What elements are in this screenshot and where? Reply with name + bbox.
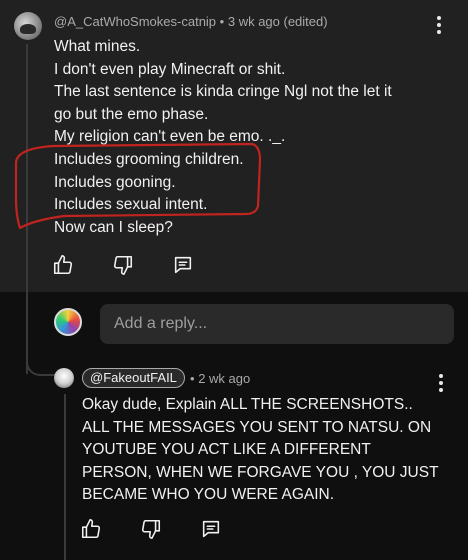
- more-vertical-icon[interactable]: [434, 372, 448, 394]
- thread-connector: [26, 340, 56, 376]
- reply-avatar[interactable]: [54, 368, 74, 388]
- reply-meta: • 2 wk ago: [190, 371, 250, 386]
- reply-line: ALL THE MESSAGES YOU SENT TO NATSU. ON: [82, 418, 432, 436]
- comment-line: Now can I sleep?: [54, 218, 173, 236]
- reply-actions: [78, 516, 258, 542]
- comment-meta: @A_CatWhoSmokes-catnip • 3 wk ago (edite…: [54, 14, 328, 29]
- thumbs-down-icon[interactable]: [138, 516, 164, 542]
- comment-line: Includes grooming children.: [54, 150, 244, 168]
- reply-timestamp: 2 wk ago: [198, 371, 251, 386]
- reply-line: PERSON, WHEN WE FORGAVE YOU , YOU JUST: [82, 463, 439, 481]
- reply-line: Okay dude, Explain ALL THE SCREENSHOTS..: [82, 396, 413, 413]
- reply-line: YOUTUBE YOU ACT LIKE A DIFFERENT: [82, 441, 371, 459]
- reply-body: Okay dude, Explain ALL THE SCREENSHOTS..…: [82, 394, 442, 507]
- more-vertical-icon[interactable]: [432, 14, 446, 36]
- user-avatar: [54, 308, 82, 336]
- thumbs-down-icon[interactable]: [110, 252, 136, 278]
- thumbs-up-icon[interactable]: [50, 252, 76, 278]
- meta-separator: •: [190, 371, 195, 386]
- comment-line: The last sentence is kinda cringe Ngl no…: [54, 83, 392, 101]
- reply-input[interactable]: [100, 304, 454, 344]
- comment-body: What mines. I don't even play Minecraft …: [54, 36, 434, 239]
- comment-icon[interactable]: [170, 252, 196, 278]
- mention-badge[interactable]: @FakeoutFAIL: [82, 368, 185, 388]
- comment-line: go but the emo phase.: [54, 105, 209, 123]
- reply-thread-line: [64, 394, 66, 560]
- thread-line: [26, 44, 28, 374]
- comment-author[interactable]: @A_CatWhoSmokes-catnip: [54, 14, 216, 29]
- meta-separator: •: [219, 14, 225, 29]
- comment-timestamp: 3 wk ago (edited): [227, 14, 328, 29]
- comment-line: I don't even play Minecraft or shit.: [54, 60, 286, 78]
- comment-icon[interactable]: [198, 516, 224, 542]
- avatar[interactable]: [14, 12, 42, 40]
- comment-actions: [50, 252, 230, 278]
- comment-line: Includes sexual intent.: [54, 196, 208, 214]
- thumbs-up-icon[interactable]: [78, 516, 104, 542]
- comment-line: Includes gooning.: [54, 173, 176, 191]
- comment-line: My religion can't even be emo. ._.: [54, 128, 286, 146]
- comment-line: What mines.: [54, 38, 141, 55]
- reply-line: BECAME WHO YOU WERE AGAIN.: [82, 486, 335, 504]
